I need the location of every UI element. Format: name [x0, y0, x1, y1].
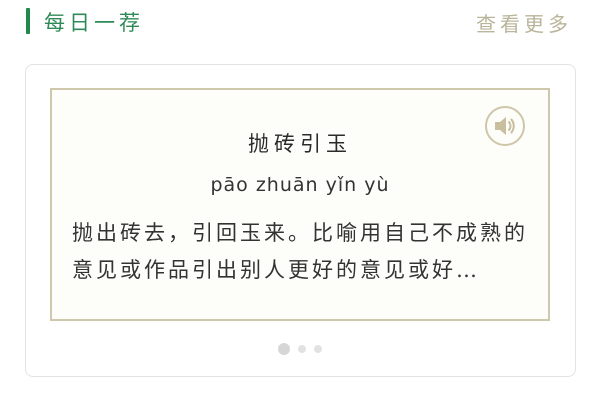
section-header: 每日一荐 查看更多 — [0, 0, 600, 44]
view-more-link[interactable]: 查看更多 — [476, 8, 572, 37]
idiom-description: 抛出砖去，引回玉来。比喻用自己不成熟的意见或作品引出别人更好的意见或好… — [72, 221, 528, 282]
idiom-word: 抛砖引玉 — [248, 132, 352, 156]
pagination-dot-2[interactable] — [298, 345, 306, 353]
idiom-pinyin: pāo zhuān yǐn yù — [210, 174, 390, 196]
pagination-dot-1[interactable] — [278, 343, 290, 355]
section-title: 每日一荐 — [44, 11, 144, 35]
pagination-dot-3[interactable] — [314, 345, 322, 353]
pagination-dots — [0, 343, 600, 355]
header-accent-bar — [26, 8, 30, 34]
